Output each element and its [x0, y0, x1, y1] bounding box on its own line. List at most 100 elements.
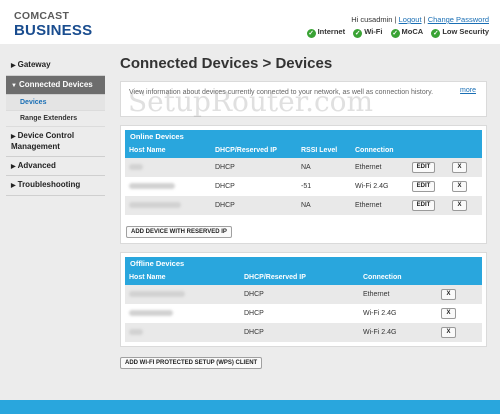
sidebar-item-gateway[interactable]: ▶ Gateway: [6, 56, 105, 76]
connection-cell: Ethernet: [355, 202, 382, 209]
sidebar-subitem-range-extenders[interactable]: Range Extenders: [6, 111, 105, 127]
sidebar-item-troubleshooting[interactable]: ▶ Troubleshooting: [6, 176, 105, 196]
add-wps-client-button[interactable]: ADD WI-FI PROTECTED SETUP (WPS) CLIENT: [120, 357, 263, 369]
more-link[interactable]: more: [460, 87, 476, 94]
sidebar-item-label: Connected Devices: [18, 79, 93, 89]
edit-button[interactable]: EDIT: [412, 200, 435, 211]
table-row: DHCP -51 Wi-Fi 2.4G EDIT X: [125, 177, 482, 196]
user-greeting: Hi cusadmin: [351, 15, 393, 24]
rssi-cell: NA: [301, 164, 311, 171]
sidebar-item-advanced[interactable]: ▶ Advanced: [6, 157, 105, 176]
check-icon: ✓: [306, 29, 316, 38]
dhcp-cell: DHCP: [244, 310, 264, 317]
sidebar-item-device-control-management[interactable]: ▶ Device Control Management: [6, 127, 105, 157]
logo-line-2: BUSINESS: [14, 21, 93, 39]
dhcp-cell: DHCP: [244, 291, 264, 298]
col-host-name: Host Name: [129, 274, 166, 281]
host-name-redacted: [129, 196, 181, 215]
blurred-text: [129, 164, 143, 171]
col-host-name: Host Name: [129, 147, 166, 154]
host-name-redacted: [129, 304, 173, 323]
online-devices-panel: Online Devices Host Name DHCP/Reserved I…: [120, 125, 487, 244]
remove-button[interactable]: X: [441, 289, 456, 300]
top-header: COMCAST BUSINESS Hi cusadmin | Logout | …: [0, 0, 500, 44]
rssi-cell: NA: [301, 202, 311, 209]
logout-link[interactable]: Logout: [399, 15, 422, 24]
dhcp-cell: DHCP: [215, 183, 235, 190]
table-header: Host Name DHCP/Reserved IP Connection: [125, 271, 482, 285]
dhcp-cell: DHCP: [215, 164, 235, 171]
edit-button[interactable]: EDIT: [412, 181, 435, 192]
status-label: Wi-Fi: [364, 27, 383, 36]
host-name-redacted: [129, 323, 143, 342]
host-name-redacted: [129, 158, 143, 177]
status-moca: ✓ MoCA: [390, 27, 424, 38]
logo-line-1: COMCAST: [14, 10, 70, 22]
sidebar: ▶ Gateway ▼ Connected Devices Devices Rang…: [6, 56, 105, 196]
sidebar-subitem-devices[interactable]: Devices: [6, 95, 105, 111]
col-rssi: RSSI Level: [301, 147, 338, 154]
dhcp-cell: DHCP: [215, 202, 235, 209]
connection-cell: Wi-Fi 2.4G: [363, 310, 397, 317]
check-icon: ✓: [390, 29, 400, 38]
separator: |: [423, 15, 426, 24]
blurred-text: [129, 329, 143, 336]
edit-button[interactable]: EDIT: [412, 162, 435, 173]
remove-button[interactable]: X: [452, 181, 467, 192]
check-icon: ✓: [431, 29, 441, 38]
status-internet: ✓ Internet: [306, 27, 346, 38]
add-device-reserved-ip-button[interactable]: ADD DEVICE WITH RESERVED IP: [126, 226, 232, 238]
caret-right-icon: ▶: [11, 134, 16, 140]
status-security: ✓ Low Security: [431, 27, 489, 38]
status-label: Low Security: [442, 27, 489, 36]
status-label: MoCA: [401, 27, 424, 36]
blurred-text: [129, 310, 173, 317]
status-label: Internet: [317, 27, 346, 36]
col-dhcp: DHCP/Reserved IP: [215, 147, 277, 154]
remove-button[interactable]: X: [441, 327, 456, 338]
rssi-cell: -51: [301, 183, 312, 190]
sidebar-item-label: Troubleshooting: [17, 180, 81, 189]
blurred-text: [129, 202, 181, 209]
sidebar-item-label: Advanced: [17, 160, 56, 170]
connection-cell: Ethernet: [355, 164, 382, 171]
dhcp-cell: DHCP: [244, 329, 264, 336]
sidebar-item-connected-devices[interactable]: ▼ Connected Devices: [6, 75, 105, 95]
info-box: View information about devices currently…: [120, 81, 487, 117]
add-device-row: ADD DEVICE WITH RESERVED IP: [125, 220, 482, 238]
sidebar-item-label: Device Control Management: [11, 131, 75, 151]
comcast-business-logo: COMCAST BUSINESS: [14, 11, 92, 38]
table-header: Host Name DHCP/Reserved IP RSSI Level Co…: [125, 144, 482, 158]
caret-down-icon: ▼: [11, 82, 17, 89]
remove-button[interactable]: X: [452, 162, 467, 173]
caret-right-icon: ▶: [11, 163, 16, 170]
footer-bar: [0, 400, 500, 414]
separator: |: [394, 15, 397, 24]
table-row: DHCP NA Ethernet EDIT X: [125, 158, 482, 177]
blurred-text: [129, 183, 175, 190]
offline-devices-title: Offline Devices: [125, 257, 482, 271]
check-icon: ✓: [353, 29, 363, 38]
remove-button[interactable]: X: [452, 200, 467, 211]
table-row: DHCP Wi-Fi 2.4G X: [125, 323, 482, 342]
remove-button[interactable]: X: [441, 308, 456, 319]
blurred-text: [129, 291, 185, 298]
col-connection: Connection: [363, 274, 402, 281]
change-password-link[interactable]: Change Password: [428, 15, 489, 24]
table-row: DHCP Ethernet X: [125, 285, 482, 304]
status-wifi: ✓ Wi-Fi: [353, 27, 382, 38]
online-devices-title: Online Devices: [125, 130, 482, 144]
user-bar: Hi cusadmin | Logout | Change Password: [351, 15, 489, 24]
table-row: DHCP Wi-Fi 2.4G X: [125, 304, 482, 323]
connection-cell: Wi-Fi 2.4G: [355, 183, 389, 190]
info-text: View information about devices currently…: [129, 89, 434, 96]
caret-right-icon: ▶: [11, 183, 16, 189]
page-title: Connected Devices > Devices: [120, 55, 333, 72]
sidebar-item-label: Gateway: [17, 60, 51, 69]
connection-cell: Wi-Fi 2.4G: [363, 329, 397, 336]
table-row: DHCP NA Ethernet EDIT X: [125, 196, 482, 215]
host-name-redacted: [129, 285, 185, 304]
connection-cell: Ethernet: [363, 291, 390, 298]
col-connection: Connection: [355, 147, 394, 154]
status-bar: ✓ Internet ✓ Wi-Fi ✓ MoCA ✓ Low Security: [301, 27, 489, 38]
